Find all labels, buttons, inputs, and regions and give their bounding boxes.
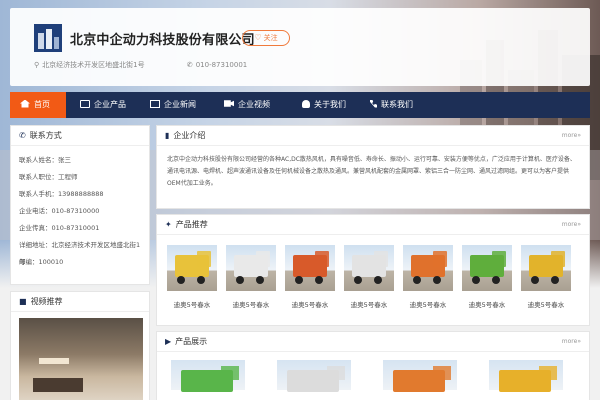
products-more-link[interactable]: more» (562, 215, 581, 235)
heart-icon: ♡ (254, 33, 262, 42)
nav-item-news[interactable]: 企业新闻 (140, 92, 206, 118)
contact-phone: 企业电话：010-87310000 (19, 207, 100, 215)
contact-panel: ✆ 联系方式 联系人姓名：张三 联系人职位：工程师 联系人手机：139888888… (10, 125, 150, 285)
contact-position: 联系人职位：工程师 (19, 173, 78, 181)
nav-item-contact[interactable]: 联系我们 (362, 92, 428, 118)
contact-postcode: 邮编：100010 (19, 258, 64, 266)
product-caption[interactable]: 迪奥5号春水 (162, 299, 222, 309)
product-thumbnail[interactable] (521, 245, 571, 291)
follow-button[interactable]: ♡ 关注 (242, 30, 290, 46)
about-more-link[interactable]: more» (562, 126, 581, 146)
products-panel-title: ✦ 产品推荐 more» (157, 215, 589, 235)
product-thumbnail[interactable] (462, 245, 512, 291)
video-panel-title: ■ 视频推荐 (11, 292, 149, 312)
product-thumbnail[interactable] (285, 245, 335, 291)
contact-panel-title: ✆ 联系方式 (11, 126, 149, 146)
product-thumbnail[interactable] (226, 245, 276, 291)
product-thumbnail[interactable] (403, 245, 453, 291)
showcase-panel: ▶ 产品展示 more» (156, 331, 590, 400)
address-info: ⚲ 北京经济技术开发区地盛北街1号 (34, 61, 145, 69)
product-caption[interactable]: 迪奥5号春水 (457, 299, 517, 309)
header-contact-info: ⚲ 北京经济技术开发区地盛北街1号 ✆ 010-87310001 (34, 60, 287, 70)
contact-address: 详细地址：北京经济技术开发区地盛北街1号 (19, 241, 141, 266)
company-name: 北京中企动力科技股份有限公司 (70, 33, 255, 48)
nav-item-products[interactable]: 企业产品 (70, 92, 130, 118)
about-panel: ▮ 企业介绍 more» 北京中企动力科技股份有限公司经营的各种AC,DC散热风机… (156, 125, 590, 209)
contact-list: 联系人姓名：张三 联系人职位：工程师 联系人手机：13988888888 企业电… (11, 146, 149, 277)
product-thumbnail[interactable] (167, 245, 217, 291)
phone-icon (370, 99, 377, 108)
product-caption[interactable]: 迪奥5号春水 (221, 299, 281, 309)
showcase-panel-title: ▶ 产品展示 more» (157, 332, 589, 352)
phone-info: ✆ 010-87310001 (186, 61, 248, 69)
showcase-thumbnail[interactable] (489, 360, 563, 392)
showcase-thumbnail[interactable] (277, 360, 351, 392)
news-icon (150, 99, 160, 108)
video-panel: ■ 视频推荐 (10, 291, 150, 400)
phone-small-icon: ✆ (186, 61, 193, 69)
main-navigation: 首页 企业产品 企业新闻 企业视频 关于我们 联系我们 (10, 92, 590, 118)
play-icon: ▶ (165, 337, 172, 346)
video-thumbnail[interactable] (19, 318, 143, 400)
user-icon (302, 99, 310, 108)
showcase-thumbnail[interactable] (171, 360, 245, 392)
about-panel-title: ▮ 企业介绍 more» (157, 126, 589, 146)
about-text: 北京中企动力科技股份有限公司经营的各种AC,DC散热风机，具有噪音低、寿命长、振… (167, 156, 576, 187)
product-caption[interactable]: 迪奥5号春水 (398, 299, 458, 309)
products-panel: ✦ 产品推荐 more» 迪奥5号春水 迪奥5号春水 迪奥5号春水 迪奥5号春水 迪奥5号… (156, 214, 590, 326)
product-caption[interactable]: 迪奥5号春水 (516, 299, 576, 309)
nav-item-about[interactable]: 关于我们 (294, 92, 360, 118)
follow-label: 关注 (263, 34, 278, 42)
company-logo (34, 24, 62, 52)
contact-fax: 企业传真：010-87310001 (19, 224, 100, 232)
thumbs-up-icon: ✦ (165, 220, 172, 229)
nav-item-videos[interactable]: 企业视频 (216, 92, 282, 118)
camera-icon (224, 100, 234, 107)
video-camera-icon: ■ (19, 297, 27, 306)
product-caption[interactable]: 迪奥5号春水 (280, 299, 340, 309)
showcase-thumbnail[interactable] (383, 360, 457, 392)
cube-icon (80, 99, 90, 108)
product-thumbnail[interactable] (344, 245, 394, 291)
contact-mobile: 联系人手机：13988888888 (19, 190, 104, 198)
nav-item-home[interactable]: 首页 (10, 92, 66, 118)
home-icon (20, 99, 30, 108)
contact-name: 联系人姓名：张三 (19, 156, 71, 164)
phone-small-icon: ✆ (19, 131, 26, 140)
showcase-more-link[interactable]: more» (562, 332, 581, 352)
info-icon: ▮ (165, 131, 170, 140)
company-header: 北京中企动力科技股份有限公司 ♡ 关注 ⚲ 北京经济技术开发区地盛北街1号 ✆ 010… (10, 8, 590, 86)
product-caption[interactable]: 迪奥5号春水 (339, 299, 399, 309)
location-icon: ⚲ (34, 61, 40, 69)
